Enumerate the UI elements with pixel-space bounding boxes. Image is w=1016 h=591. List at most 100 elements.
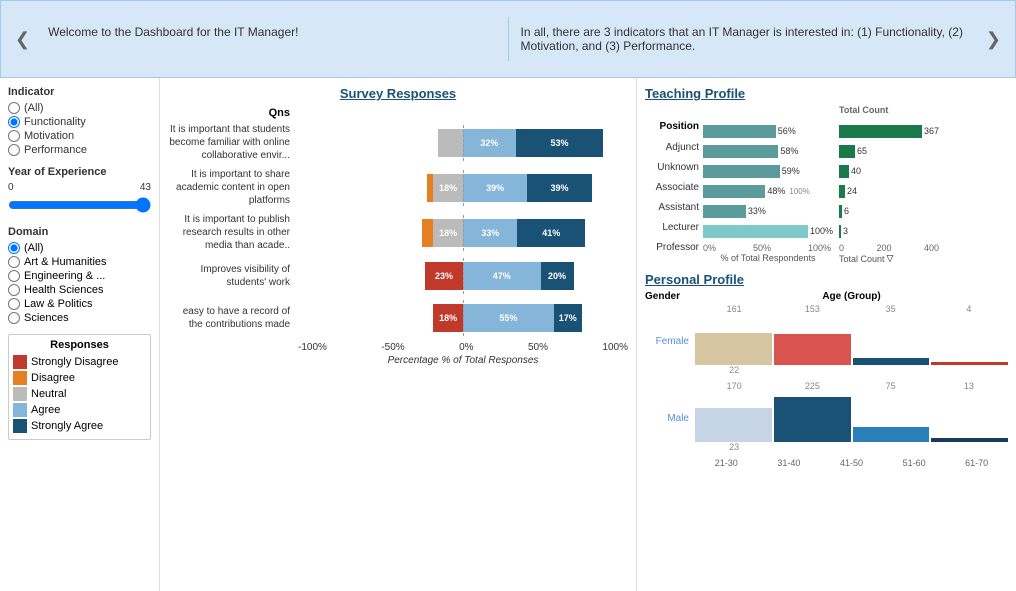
- pct-bar-professor: [703, 225, 808, 238]
- right-panel: Teaching Profile Position Adjunct Unknow…: [636, 78, 1016, 591]
- count-row-lecturer: 6: [839, 201, 939, 221]
- zero-line-3: [463, 215, 464, 251]
- legend-title: Responses: [13, 339, 146, 351]
- survey-row-2: It is important to share academic conten…: [168, 168, 628, 207]
- pos-assistant: Assistant: [645, 197, 703, 217]
- left-panel: Indicator (All) Functionality Motivation…: [0, 78, 160, 591]
- indicator-functionality[interactable]: Functionality: [8, 116, 151, 128]
- legend-agree: Agree: [13, 403, 146, 417]
- pos-unknown: Unknown: [645, 157, 703, 177]
- domain-law[interactable]: Law & Politics: [8, 298, 151, 310]
- disagree-bar-2: [427, 174, 434, 202]
- domain-eng[interactable]: Engineering & ...: [8, 270, 151, 282]
- male-label: Male: [645, 413, 695, 424]
- female-bar-group: [695, 320, 1008, 365]
- position-header: Position: [645, 121, 703, 137]
- bars-left-4: 23%: [298, 262, 463, 290]
- count-row-adjunct: 367: [839, 121, 939, 141]
- pct-row-assistant: 48% 100%: [703, 181, 833, 201]
- male-row: Male 170 225 75 13: [645, 381, 1008, 456]
- sa-bar-2: 39%: [527, 174, 591, 202]
- center-panel: Survey Responses Qns It is important tha…: [160, 78, 636, 591]
- prev-arrow[interactable]: ❮: [9, 29, 36, 50]
- domain-sciences[interactable]: Sciences: [8, 312, 151, 324]
- sd-bar-5: 18%: [433, 304, 463, 332]
- bars-right-3: 33% 41%: [463, 219, 628, 247]
- age-label-51-60: 51-60: [883, 458, 946, 468]
- legend-strongly-agree: Strongly Agree: [13, 419, 146, 433]
- domain-health[interactable]: Health Sciences: [8, 284, 151, 296]
- count-x-title: Total Count: [839, 254, 885, 264]
- disagree-bar-3: [422, 219, 434, 247]
- legend-neutral: Neutral: [13, 387, 146, 401]
- pct-row-adjunct: 56%: [703, 121, 833, 141]
- agree-bar-4: 47%: [463, 262, 541, 290]
- legend-disagree: Disagree: [13, 371, 146, 385]
- next-arrow[interactable]: ❯: [980, 29, 1007, 50]
- personal-header: Gender Age (Group): [645, 291, 1008, 302]
- domain-art[interactable]: Art & Humanities: [8, 256, 151, 268]
- indicator-all[interactable]: (All): [8, 102, 151, 114]
- gender-col-header: Gender: [645, 291, 695, 302]
- bars-left-1: [298, 129, 463, 157]
- exp-min: 0: [8, 182, 14, 193]
- teaching-section: Teaching Profile Position Adjunct Unknow…: [645, 86, 1008, 264]
- female-bar-31-40: [774, 334, 851, 365]
- pos-adjunct: Adjunct: [645, 137, 703, 157]
- d-color: [13, 371, 27, 385]
- x-title-row: Percentage % of Total Responses: [168, 355, 628, 366]
- female-top-values: 161 153 35 4: [695, 304, 1008, 320]
- sa-color: [13, 419, 27, 433]
- teaching-chart: Position Adjunct Unknown Associate Assis…: [645, 105, 1008, 264]
- pct-bar-associate: [703, 165, 780, 178]
- count-row-professor: 3: [839, 221, 939, 241]
- teaching-title: Teaching Profile: [645, 86, 1008, 101]
- qns-column-header: Qns: [168, 107, 298, 119]
- survey-rows: It is important that students become fam…: [168, 123, 628, 336]
- neutral-bar-1: [438, 129, 463, 157]
- female-bar-41-50: [853, 358, 930, 365]
- bars-right-1: 32% 53%: [463, 129, 628, 157]
- sa-bar-1: 53%: [516, 129, 603, 157]
- experience-slider[interactable]: [8, 197, 151, 213]
- domain-all[interactable]: (All): [8, 242, 151, 254]
- banner-text: Welcome to the Dashboard for the IT Mana…: [36, 17, 980, 61]
- agree-bar-2: 39%: [463, 174, 527, 202]
- domain-title: Domain: [8, 226, 151, 238]
- top-banner: ❮ Welcome to the Dashboard for the IT Ma…: [0, 0, 1016, 78]
- age-x-axis: 21-30 31-40 41-50 51-60 61-70: [645, 458, 1008, 468]
- q4-bars: 23% 47% 20%: [298, 258, 628, 294]
- agree-bar-5: 55%: [463, 304, 554, 332]
- main-content: Indicator (All) Functionality Motivation…: [0, 78, 1016, 591]
- q1-text: It is important that students become fam…: [168, 123, 298, 162]
- pct-row-unknown: 58%: [703, 141, 833, 161]
- x-axis-row: -100% -50% 0% 50% 100%: [168, 342, 628, 353]
- domain-filter: Domain (All) Art & Humanities Engineerin…: [8, 226, 151, 324]
- q4-text: Improves visibility of students' work: [168, 263, 298, 289]
- indicator-performance[interactable]: Performance: [8, 144, 151, 156]
- age-label-61-70: 61-70: [945, 458, 1008, 468]
- zero-line: [463, 125, 464, 161]
- age-label-31-40: 31-40: [758, 458, 821, 468]
- q2-text: It is important to share academic conten…: [168, 168, 298, 207]
- survey-row-3: It is important to publish research resu…: [168, 213, 628, 252]
- q1-bars: 32% 53%: [298, 125, 628, 161]
- experience-title: Year of Experience: [8, 166, 151, 178]
- male-bar-group: [695, 397, 1008, 442]
- survey-row-1: It is important that students become fam…: [168, 123, 628, 162]
- male-bottom-values: 23: [695, 442, 1008, 456]
- domain-list: (All) Art & Humanities Engineering & ...…: [8, 242, 151, 324]
- survey-row-5: easy to have a record of the contributio…: [168, 300, 628, 336]
- indicator-title: Indicator: [8, 86, 151, 98]
- count-x-axis: 0 200 400: [839, 243, 939, 253]
- indicator-motivation[interactable]: Motivation: [8, 130, 151, 142]
- legend-strongly-disagree: Strongly Disagree: [13, 355, 146, 369]
- sa-bar-5: 17%: [554, 304, 582, 332]
- neutral-bar-3: 18%: [433, 219, 463, 247]
- pct-x-axis: 0% 50% 100%: [703, 243, 833, 253]
- bars-left-2: 18%: [298, 174, 463, 202]
- zero-line-2: [463, 170, 464, 206]
- pct-row-professor: 100%: [703, 221, 833, 241]
- banner-right: In all, there are 3 indicators that an I…: [508, 17, 980, 61]
- male-bar-41-50: [853, 427, 930, 442]
